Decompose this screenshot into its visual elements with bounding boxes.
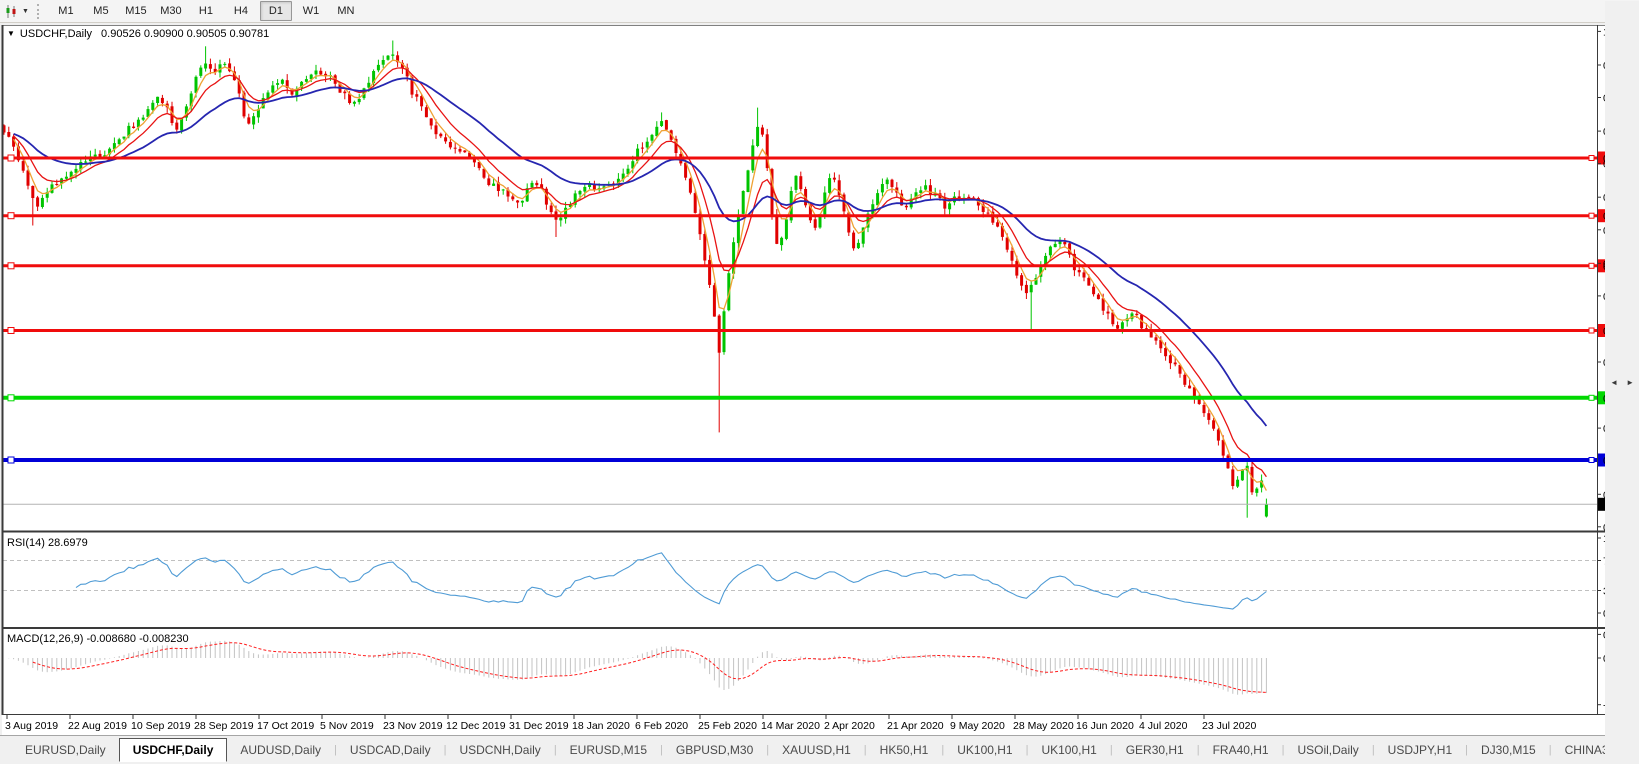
chevron-down-icon[interactable]: ▼	[22, 8, 29, 15]
time-axis-label: 18 Jan 2020	[572, 720, 630, 732]
bottom-tab-gbpusd-m30[interactable]: GBPUSD,M30	[663, 739, 766, 761]
bottom-tab-usdcad-daily[interactable]: USDCAD,Daily	[337, 739, 444, 761]
time-axis-label: 23 Nov 2019	[383, 720, 443, 732]
time-axis-label: 10 Sep 2019	[131, 720, 191, 732]
bottom-tab-usdcnh-daily[interactable]: USDCNH,Daily	[446, 739, 553, 761]
toolbar-grip[interactable]	[37, 4, 42, 19]
hline-left-marker	[8, 213, 14, 219]
tab-scroll-right-icon[interactable]: ►	[1626, 378, 1634, 387]
time-axis-label: 25 Feb 2020	[698, 720, 757, 732]
time-axis-label: 23 Jul 2020	[1202, 720, 1256, 732]
top-toolbar: ▼ M1M5M15M30H1H4D1W1MN	[0, 0, 1639, 23]
chart-title-row: ▼ USDCHF,Daily 0.90526 0.90900 0.90505 0.9…	[7, 28, 269, 40]
bottom-tab-usdchf-daily[interactable]: USDCHF,Daily	[119, 738, 228, 762]
rsi-indicator-label: RSI(14) 28.6979	[7, 537, 88, 549]
hline-right-marker	[1589, 328, 1594, 333]
hline-left-marker	[8, 395, 14, 401]
hline-right-marker	[1589, 458, 1594, 463]
time-axis-label: 28 May 2020	[1013, 720, 1074, 732]
time-axis-label: 3 Aug 2019	[5, 720, 58, 732]
bottom-tab-usdjpy-h1[interactable]: USDJPY,H1	[1375, 739, 1465, 761]
bottom-tab-uk100-h1[interactable]: UK100,H1	[1028, 739, 1109, 761]
time-axis-label: 5 Nov 2019	[320, 720, 374, 732]
bottom-tab-xauusd-h1[interactable]: XAUUSD,H1	[769, 739, 864, 761]
hline-right-marker	[1589, 263, 1594, 268]
timeframe-button-m15[interactable]: M15	[120, 1, 152, 21]
chart-collapse-icon[interactable]: ▼	[7, 29, 15, 38]
hline-left-marker	[8, 263, 14, 269]
hline-right-marker	[1589, 213, 1594, 218]
macd-indicator-label: MACD(12,26,9) -0.008680 -0.008230	[7, 633, 189, 645]
timeframe-button-mn[interactable]: MN	[330, 1, 362, 21]
bottom-tab-hk50-h1[interactable]: HK50,H1	[867, 739, 942, 761]
time-axis-label: 4 Jul 2020	[1139, 720, 1188, 732]
timeframe-button-m30[interactable]: M30	[155, 1, 187, 21]
bottom-tab-eurusd-daily[interactable]: EURUSD,Daily	[12, 739, 119, 761]
chart-title-ohlc: 0.90526 0.90900 0.90505 0.90781	[101, 28, 269, 40]
chart-cursor-icon[interactable]	[5, 5, 20, 18]
price-chart-canvas: 0.980080.968030.957580.944080.930040.917…	[0, 0, 1639, 735]
chart-title-symbol: USDCHF,Daily	[20, 28, 92, 40]
time-axis-label: 21 Apr 2020	[887, 720, 944, 732]
tab-scroll-left-icon[interactable]: ◄	[1610, 378, 1618, 387]
hline-left-marker	[8, 328, 14, 334]
hline-right-marker	[1589, 395, 1594, 400]
timeframe-button-w1[interactable]: W1	[295, 1, 327, 21]
bottom-tab-uk100-h1[interactable]: UK100,H1	[944, 739, 1025, 761]
timeframe-buttons: M1M5M15M30H1H4D1W1MN	[50, 1, 362, 21]
timeframe-button-h1[interactable]: H1	[190, 1, 222, 21]
chart-tab-bar: EURUSD,DailyUSDCHF,DailyAUDUSD,Daily|USD…	[0, 735, 1639, 764]
bottom-tab-usoil-daily[interactable]: USOil,Daily	[1284, 739, 1371, 761]
bottom-tab-audusd-daily[interactable]: AUDUSD,Daily	[227, 739, 334, 761]
time-axis-label: 9 May 2020	[950, 720, 1005, 732]
time-axis-label: 22 Aug 2019	[68, 720, 127, 732]
hline-left-marker	[8, 457, 14, 463]
tab-scroll-arrows: ◄ ►	[1605, 1, 1639, 764]
bottom-tab-eurusd-m15[interactable]: EURUSD,M15	[557, 739, 660, 761]
bottom-tab-fra40-h1[interactable]: FRA40,H1	[1200, 739, 1282, 761]
bottom-tab-ger30-h1[interactable]: GER30,H1	[1113, 739, 1197, 761]
timeframe-button-m1[interactable]: M1	[50, 1, 82, 21]
time-axis-label: 14 Mar 2020	[761, 720, 820, 732]
time-axis-label: 6 Feb 2020	[635, 720, 688, 732]
time-axis-label: 28 Sep 2019	[194, 720, 254, 732]
time-axis-label: 31 Dec 2019	[509, 720, 569, 732]
hline-right-marker	[1589, 156, 1594, 161]
time-axis-label: 12 Dec 2019	[446, 720, 506, 732]
bottom-tab-dj30-m15[interactable]: DJ30,M15	[1468, 739, 1549, 761]
timeframe-button-m5[interactable]: M5	[85, 1, 117, 21]
timeframe-button-h4[interactable]: H4	[225, 1, 257, 21]
time-axis-label: 16 Jun 2020	[1076, 720, 1134, 732]
hline-left-marker	[8, 155, 14, 161]
time-axis-label: 17 Oct 2019	[257, 720, 314, 732]
time-axis-label: 2 Apr 2020	[824, 720, 875, 732]
timeframe-button-d1[interactable]: D1	[260, 1, 292, 21]
